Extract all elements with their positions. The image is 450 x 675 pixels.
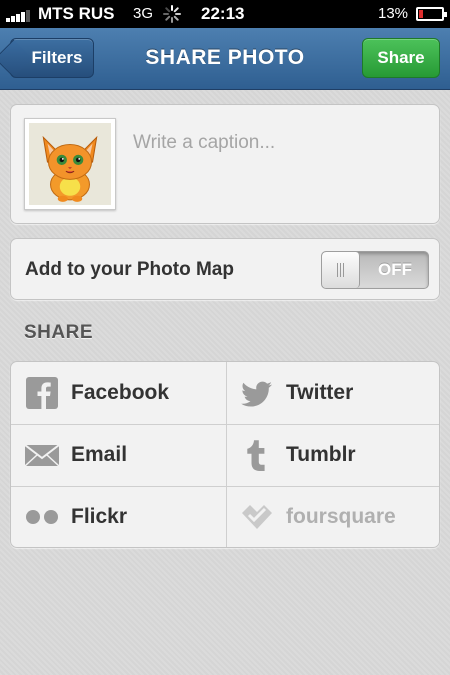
tumblr-icon <box>247 440 265 471</box>
signal-strength-icon <box>6 8 34 22</box>
share-email-label: Email <box>71 443 128 466</box>
share-services-grid: Facebook Twitter Email Tumblr Flickr fou… <box>10 361 440 548</box>
toggle-knob[interactable] <box>322 252 360 288</box>
share-foursquare[interactable]: foursquare <box>226 486 439 547</box>
activity-spinner-icon <box>163 5 181 23</box>
back-button[interactable]: Filters <box>10 38 94 78</box>
photo-map-toggle[interactable]: OFF <box>321 251 429 289</box>
twitter-icon <box>241 381 272 407</box>
share-twitter-label: Twitter <box>286 381 354 404</box>
clock: 22:13 <box>201 4 245 23</box>
share-tumblr[interactable]: Tumblr <box>226 424 439 486</box>
navigation-bar: SHARE PHOTO Filters Share <box>0 28 450 90</box>
share-email[interactable]: Email <box>11 424 226 486</box>
back-button-label: Filters <box>31 48 83 67</box>
share-facebook[interactable]: Facebook <box>11 362 226 424</box>
share-twitter[interactable]: Twitter <box>226 362 439 424</box>
photo-map-label: Add to your Photo Map <box>25 259 234 280</box>
carrier-name: MTS RUS <box>38 4 115 23</box>
battery-percent: 13% <box>378 5 409 22</box>
caption-card <box>10 104 440 224</box>
share-foursquare-label: foursquare <box>286 505 396 528</box>
battery-icon <box>416 7 447 21</box>
network-type: 3G <box>133 5 154 22</box>
email-icon <box>25 444 59 467</box>
status-bar: MTS RUS 3G 22:13 13% <box>0 0 450 28</box>
foursquare-icon <box>242 505 272 529</box>
photo-map-card: Add to your Photo Map OFF <box>10 238 440 300</box>
share-flickr[interactable]: Flickr <box>11 486 226 547</box>
flickr-icon <box>26 510 58 524</box>
facebook-icon <box>26 377 58 409</box>
cat-drawing-image <box>29 123 111 205</box>
share-facebook-label: Facebook <box>71 381 170 404</box>
caption-input[interactable] <box>133 123 423 163</box>
toggle-state-label: OFF <box>378 260 412 279</box>
share-flickr-label: Flickr <box>71 505 128 528</box>
share-button[interactable]: Share <box>362 38 440 78</box>
share-tumblr-label: Tumblr <box>286 443 356 466</box>
share-section-header: SHARE <box>24 322 94 343</box>
photo-thumbnail <box>24 118 116 210</box>
